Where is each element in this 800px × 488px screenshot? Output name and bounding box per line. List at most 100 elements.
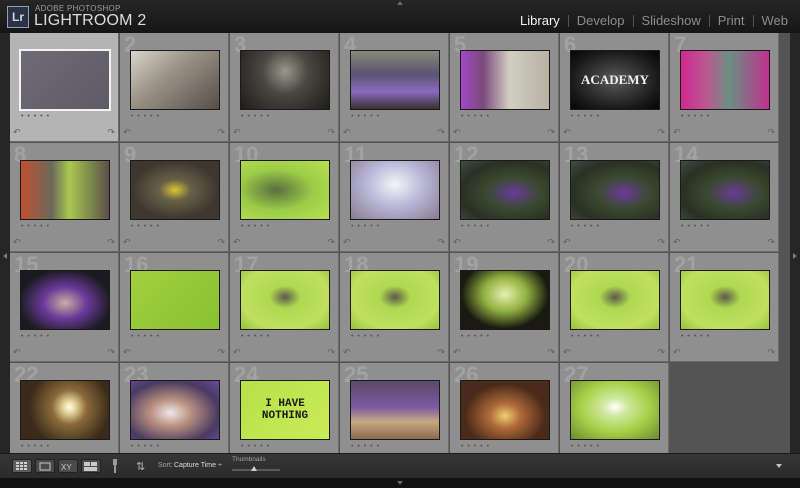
photo-thumbnail[interactable] <box>680 160 770 220</box>
photo-thumbnail[interactable] <box>350 270 440 330</box>
thumbnail-cell[interactable]: 5 • • • • • ↶ ↷ <box>450 33 559 142</box>
thumbnail-cell[interactable]: 14 • • • • • ↶ ↷ <box>670 143 779 252</box>
photo-thumbnail[interactable] <box>350 160 440 220</box>
thumbnail-cell[interactable]: 6 ACADEMY • • • • • ↶ ↷ <box>560 33 669 142</box>
rating-dots[interactable]: • • • • • <box>241 223 270 230</box>
rotate-right-icon[interactable]: ↷ <box>657 237 665 248</box>
thumbnail-cell[interactable]: 21 • • • • • ↶ ↷ <box>670 253 779 362</box>
rotate-right-icon[interactable]: ↷ <box>767 347 775 358</box>
rating-dots[interactable]: • • • • • <box>131 333 160 340</box>
rating-dots[interactable]: • • • • • <box>131 113 160 120</box>
photo-thumbnail[interactable]: I HAVE NOTHING <box>240 380 330 440</box>
right-panel-toggle-arrow[interactable] <box>793 253 797 259</box>
filmstrip-toggle-arrow[interactable] <box>397 481 403 485</box>
rotate-left-icon[interactable]: ↶ <box>13 237 21 248</box>
photo-thumbnail[interactable] <box>130 380 220 440</box>
painter-icon[interactable] <box>111 459 119 478</box>
photo-thumbnail[interactable] <box>460 50 550 110</box>
rotate-left-icon[interactable]: ↶ <box>563 127 571 138</box>
rotate-right-icon[interactable]: ↷ <box>217 237 225 248</box>
photo-thumbnail[interactable] <box>570 380 660 440</box>
rotate-right-icon[interactable]: ↷ <box>657 347 665 358</box>
thumbnail-cell[interactable]: 9 • • • • • ↶ ↷ <box>120 143 229 252</box>
rotate-right-icon[interactable]: ↷ <box>767 127 775 138</box>
rating-dots[interactable]: • • • • • <box>21 443 50 450</box>
rating-dots[interactable]: • • • • • <box>241 113 270 120</box>
sort-direction-icon[interactable]: ⇅ <box>136 459 150 478</box>
rotate-left-icon[interactable]: ↶ <box>13 127 21 138</box>
left-panel-toggle-arrow[interactable] <box>3 253 7 259</box>
rotate-left-icon[interactable]: ↶ <box>453 347 461 358</box>
rating-dots[interactable]: • • • • • <box>461 113 490 120</box>
rating-dots[interactable]: • • • • • <box>241 333 270 340</box>
rating-dots[interactable]: • • • • • <box>351 113 380 120</box>
rotate-left-icon[interactable]: ↶ <box>453 237 461 248</box>
rotate-right-icon[interactable]: ↷ <box>437 347 445 358</box>
rating-dots[interactable]: • • • • • <box>681 113 710 120</box>
photo-thumbnail[interactable] <box>460 380 550 440</box>
thumbnail-cell[interactable]: 7 • • • • • ↶ ↷ <box>670 33 779 142</box>
rotate-left-icon[interactable]: ↶ <box>343 347 351 358</box>
rating-dots[interactable]: • • • • • <box>131 223 160 230</box>
rotate-left-icon[interactable]: ↶ <box>673 347 681 358</box>
rating-dots[interactable]: • • • • • <box>241 443 270 450</box>
photo-thumbnail[interactable] <box>20 380 110 440</box>
rotate-left-icon[interactable]: ↶ <box>673 237 681 248</box>
module-print[interactable]: Print <box>718 13 745 28</box>
photo-thumbnail[interactable] <box>130 160 220 220</box>
photo-thumbnail[interactable] <box>680 270 770 330</box>
photo-thumbnail[interactable] <box>570 270 660 330</box>
rotate-right-icon[interactable]: ↷ <box>217 127 225 138</box>
thumbnail-cell[interactable]: 18 • • • • • ↶ ↷ <box>340 253 449 362</box>
photo-thumbnail[interactable] <box>460 160 550 220</box>
rotate-right-icon[interactable]: ↷ <box>107 237 115 248</box>
sort-select[interactable]: Capture Time ÷ <box>174 462 222 469</box>
thumbnail-cell[interactable]: 4 • • • • • ↶ ↷ <box>340 33 449 142</box>
photo-thumbnail[interactable] <box>350 380 440 440</box>
rating-dots[interactable]: • • • • • <box>681 223 710 230</box>
top-panel-toggle-arrow[interactable] <box>397 1 403 5</box>
thumbnail-cell[interactable]: 11 • • • • • ↶ ↷ <box>340 143 449 252</box>
rotate-right-icon[interactable]: ↷ <box>437 237 445 248</box>
thumbnail-cell[interactable]: 8 • • • • • ↶ ↷ <box>10 143 119 252</box>
thumbnail-cell[interactable]: • • • • • ↶ ↷ <box>10 33 119 142</box>
survey-view-button[interactable] <box>81 459 101 473</box>
module-library[interactable]: Library <box>520 13 560 28</box>
rating-dots[interactable]: • • • • • <box>461 443 490 450</box>
rotate-left-icon[interactable]: ↶ <box>563 347 571 358</box>
rotate-right-icon[interactable]: ↷ <box>107 347 115 358</box>
thumbnail-cell[interactable]: 10 • • • • • ↶ ↷ <box>230 143 339 252</box>
rating-dots[interactable]: • • • • • <box>351 333 380 340</box>
rotate-left-icon[interactable]: ↶ <box>343 127 351 138</box>
rating-dots[interactable]: • • • • • <box>21 223 50 230</box>
rating-dots[interactable]: • • • • • <box>351 223 380 230</box>
rotate-left-icon[interactable]: ↶ <box>453 127 461 138</box>
rotate-right-icon[interactable]: ↷ <box>327 127 335 138</box>
rating-dots[interactable]: • • • • • <box>21 333 50 340</box>
rotate-left-icon[interactable]: ↶ <box>563 237 571 248</box>
photo-thumbnail[interactable] <box>130 50 220 110</box>
rotate-right-icon[interactable]: ↷ <box>767 237 775 248</box>
rotate-left-icon[interactable]: ↶ <box>673 127 681 138</box>
photo-thumbnail[interactable] <box>19 49 111 111</box>
rotate-left-icon[interactable]: ↶ <box>233 237 241 248</box>
rotate-right-icon[interactable]: ↷ <box>327 347 335 358</box>
toolbar-content-menu[interactable] <box>776 464 782 468</box>
thumbnail-cell[interactable]: 17 • • • • • ↶ ↷ <box>230 253 339 362</box>
loupe-view-button[interactable] <box>35 459 55 473</box>
rating-dots[interactable]: • • • • • <box>571 333 600 340</box>
module-develop[interactable]: Develop <box>577 13 625 28</box>
rating-dots[interactable]: • • • • • <box>571 113 600 120</box>
rotate-right-icon[interactable]: ↷ <box>547 127 555 138</box>
thumbnail-cell[interactable]: 3 • • • • • ↶ ↷ <box>230 33 339 142</box>
thumbnail-cell[interactable]: 13 • • • • • ↶ ↷ <box>560 143 669 252</box>
rotate-left-icon[interactable]: ↶ <box>343 237 351 248</box>
photo-thumbnail[interactable] <box>570 160 660 220</box>
thumbnail-cell[interactable]: 19 • • • • • ↶ ↷ <box>450 253 559 362</box>
rotate-right-icon[interactable]: ↷ <box>547 347 555 358</box>
rotate-right-icon[interactable]: ↷ <box>217 347 225 358</box>
thumbnail-cell[interactable]: 2 • • • • • ↶ ↷ <box>120 33 229 142</box>
rating-dots[interactable]: • • • • • <box>21 113 50 120</box>
photo-thumbnail[interactable] <box>20 270 110 330</box>
photo-thumbnail[interactable] <box>240 270 330 330</box>
